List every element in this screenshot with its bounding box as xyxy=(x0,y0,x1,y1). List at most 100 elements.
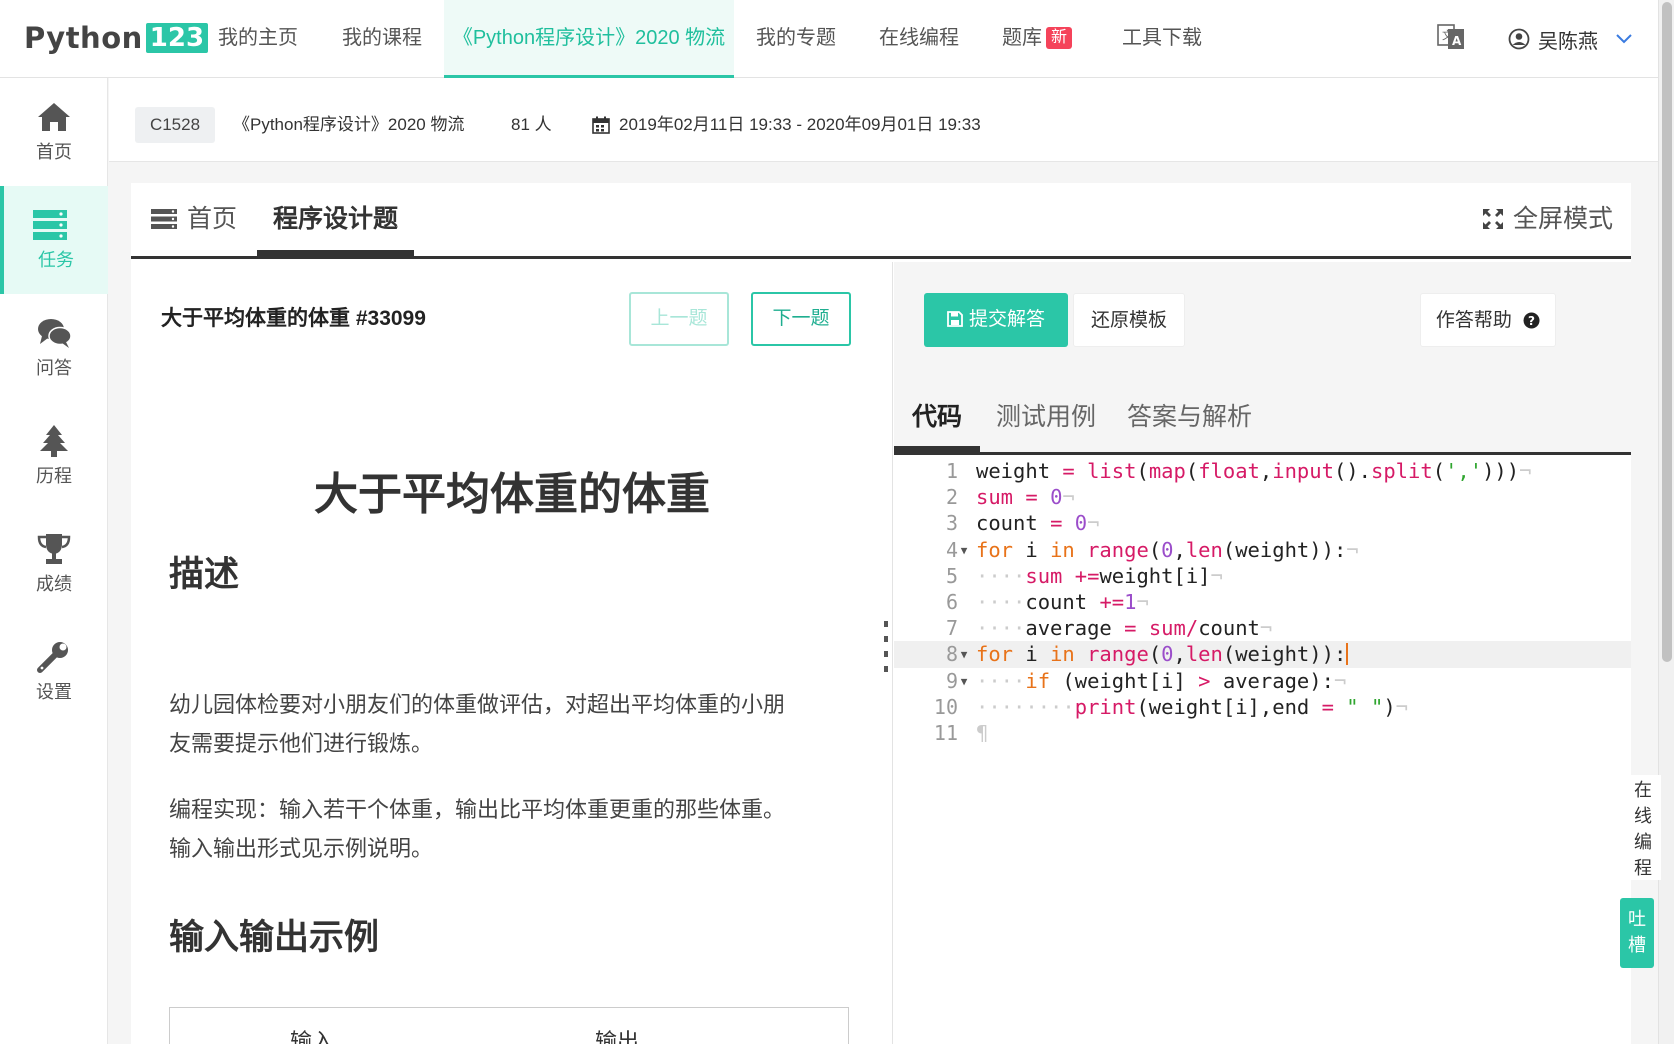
python123-logo[interactable]: Python 123 xyxy=(24,20,209,56)
problem-header-title: 大于平均体重的体重 #33099 xyxy=(161,307,426,330)
code-text: sum = 0¬ xyxy=(976,485,1075,510)
nav-online-coding[interactable]: 在线编程 xyxy=(879,0,959,78)
next-problem-button[interactable]: 下一题 xyxy=(751,292,851,346)
problem-card: 首页 程序设计题 全屏模式 大于平均体重的体重 #33099 上一题 下一题 大… xyxy=(131,183,1631,1044)
pane-resize-handle[interactable] xyxy=(884,621,888,673)
description-line: 输入输出形式见示例说明。 xyxy=(169,836,434,861)
line-number: 6 xyxy=(945,590,958,614)
editor-tabs: 代码 测试用例 答案与解析 xyxy=(894,382,1631,455)
scrollbar-thumb[interactable] xyxy=(1662,2,1672,662)
nav-question-bank[interactable]: 题库新 xyxy=(1002,0,1073,78)
svg-text:A: A xyxy=(1452,34,1462,48)
user-name: 吴陈燕 xyxy=(1538,30,1598,53)
tab-code[interactable]: 代码 xyxy=(894,382,981,452)
code-line[interactable]: 11 ¶ xyxy=(894,720,1631,747)
tab-answer-analysis[interactable]: 答案与解析 xyxy=(1127,382,1252,452)
code-text: ····average = sum/count¬ xyxy=(976,616,1273,641)
expand-icon xyxy=(1482,209,1503,229)
online-coding-float-button[interactable]: 在线编程 xyxy=(1625,775,1661,880)
sidebar-item-history[interactable]: 历程 xyxy=(0,402,108,510)
code-text: ····count +=1¬ xyxy=(976,590,1149,614)
editor-toolbar: 提交解答 还原模板 作答帮助 ? xyxy=(894,262,1631,382)
io-input-header: 输入 xyxy=(290,1029,335,1044)
sidebar-item-label: 问答 xyxy=(36,358,72,378)
code-line[interactable]: 8 ▼ for i in range(0,len(weight)): xyxy=(894,641,1631,669)
restore-template-button[interactable]: 还原模板 xyxy=(1073,293,1185,347)
line-number: 8 xyxy=(945,642,958,667)
code-text: ····if (weight[i] > average):¬ xyxy=(976,668,1347,693)
fold-arrow-icon[interactable]: ▼ xyxy=(958,668,970,695)
line-number: 7 xyxy=(945,616,958,641)
code-text: ········print(weight[i],end = " ")¬ xyxy=(976,694,1409,719)
sidebar: 首页 任务 问答 历程 成绩 设置 xyxy=(0,78,108,1044)
calendar-icon xyxy=(592,116,610,134)
code-line[interactable]: 2 sum = 0¬ xyxy=(894,484,1631,511)
sidebar-item-settings[interactable]: 设置 xyxy=(0,618,108,726)
code-editor[interactable]: 1 weight = list(map(float,input().split('… xyxy=(894,455,1631,1044)
comments-icon xyxy=(38,319,72,348)
code-line[interactable]: 6 ····count +=1¬ xyxy=(894,589,1631,616)
nav-active-course[interactable]: 《Python程序设计》2020 物流 xyxy=(444,0,734,78)
description-heading: 描述 xyxy=(169,555,240,594)
code-line[interactable]: 9 ▼ ····if (weight[i] > average):¬ xyxy=(894,668,1631,695)
sidebar-item-tasks[interactable]: 任务 xyxy=(0,186,108,294)
translate-icon[interactable]: 文 A xyxy=(1436,22,1466,52)
page-scrollbar[interactable] xyxy=(1658,0,1674,1044)
student-count: 81 人 xyxy=(511,115,552,134)
submit-answer-label: 提交解答 xyxy=(968,309,1045,330)
code-line[interactable]: 3 count = 0¬ xyxy=(894,510,1631,537)
code-line[interactable]: 4 ▼ for i in range(0,len(weight)):¬ xyxy=(894,537,1631,564)
sidebar-item-label: 设置 xyxy=(36,682,72,702)
code-text: ····sum +=weight[i]¬ xyxy=(976,563,1223,588)
fullscreen-label: 全屏模式 xyxy=(1512,205,1613,233)
feedback-float-button[interactable]: 吐槽 xyxy=(1620,898,1654,968)
logo-number: 123 xyxy=(145,23,209,53)
course-id-badge: C1528 xyxy=(135,107,215,143)
line-number: 10 xyxy=(933,694,958,719)
tab-programming[interactable]: 程序设计题 xyxy=(257,183,414,256)
question-circle-icon: ? xyxy=(1523,312,1540,329)
submit-answer-button[interactable]: 提交解答 xyxy=(924,293,1068,347)
sidebar-item-label: 首页 xyxy=(36,142,72,162)
user-menu[interactable]: 吴陈燕 xyxy=(1508,0,1632,78)
top-navbar: Python 123 我的主页 我的课程 《Python程序设计》2020 物流… xyxy=(0,0,1658,78)
line-number: 9 xyxy=(945,668,958,693)
card-tabs: 首页 程序设计题 全屏模式 xyxy=(131,183,1631,259)
code-line[interactable]: 7 ····average = sum/count¬ xyxy=(894,615,1631,642)
line-number: 1 xyxy=(945,459,958,483)
description-line: 幼儿园体检要对小朋友们的体重做评估，对超出平均体重的小朋 xyxy=(169,692,786,717)
nav-my-home[interactable]: 我的主页 xyxy=(218,0,298,78)
answer-help-label: 作答帮助 xyxy=(1435,310,1512,331)
prev-problem-button[interactable]: 上一题 xyxy=(629,292,729,346)
sidebar-item-qa[interactable]: 问答 xyxy=(0,294,108,402)
logo-text: Python xyxy=(24,21,143,55)
chevron-down-icon xyxy=(1616,34,1632,44)
code-text: ¶ xyxy=(976,721,989,745)
description-paragraph-2: 编程实现：输入若干个体重，输出比平均体重更重的那些体重。 输入输出形式见示例说明… xyxy=(169,790,869,868)
tab-test-cases[interactable]: 测试用例 xyxy=(996,382,1096,452)
sidebar-item-grades[interactable]: 成绩 xyxy=(0,510,108,618)
course-name: 《Python程序设计》2020 物流 xyxy=(233,115,465,134)
nav-my-courses[interactable]: 我的课程 xyxy=(342,0,422,78)
trophy-icon xyxy=(37,534,71,564)
code-line[interactable]: 5 ····sum +=weight[i]¬ xyxy=(894,563,1631,590)
tab-home[interactable]: 首页 xyxy=(151,183,237,256)
code-line[interactable]: 1 weight = list(map(float,input().split('… xyxy=(894,458,1631,485)
sidebar-item-home[interactable]: 首页 xyxy=(0,78,108,186)
code-line[interactable]: 10 ········print(weight[i],end = " ")¬ xyxy=(894,694,1631,721)
description-line: 编程实现：输入若干个体重，输出比平均体重更重的那些体重。 xyxy=(169,797,786,822)
fold-arrow-icon[interactable]: ▼ xyxy=(958,537,970,564)
nav-my-topics[interactable]: 我的专题 xyxy=(756,0,836,78)
answer-help-button[interactable]: 作答帮助 ? xyxy=(1420,293,1556,347)
problem-title: 大于平均体重的体重 xyxy=(314,470,710,519)
home-icon xyxy=(38,103,70,131)
nav-tools-download[interactable]: 工具下载 xyxy=(1122,0,1202,78)
fold-arrow-icon[interactable]: ▼ xyxy=(958,641,970,668)
server-list-icon xyxy=(151,209,177,229)
code-text: count = 0¬ xyxy=(976,511,1100,536)
sidebar-item-label: 成绩 xyxy=(36,574,72,594)
tree-icon xyxy=(40,425,68,457)
io-example-heading: 输入输出示例 xyxy=(169,918,380,957)
fullscreen-button[interactable]: 全屏模式 xyxy=(1481,183,1613,256)
problem-pane: 大于平均体重的体重 #33099 上一题 下一题 大于平均体重的体重 描述 幼儿… xyxy=(131,262,893,1044)
